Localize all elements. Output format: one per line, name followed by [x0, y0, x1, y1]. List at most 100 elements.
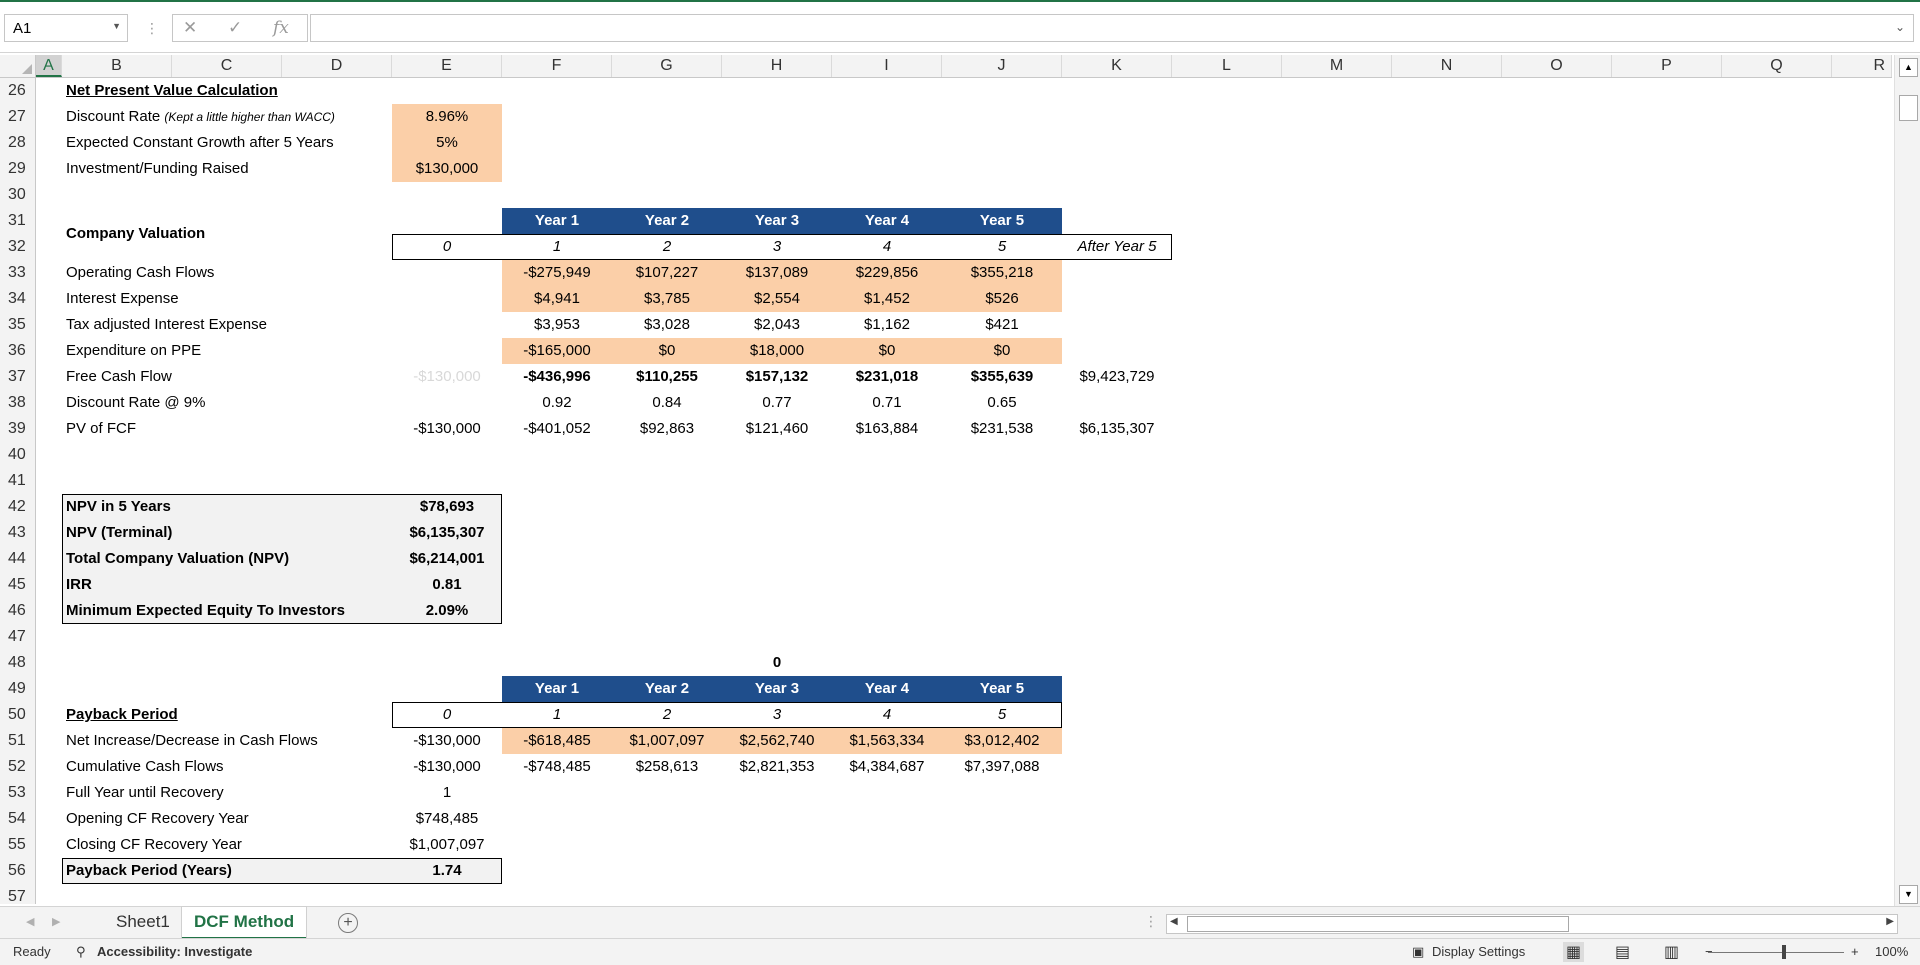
growth-value[interactable]: 5% — [392, 130, 502, 156]
value-cell[interactable]: -$130,000 — [392, 728, 502, 754]
summary-value[interactable]: 2.09% — [392, 598, 502, 624]
scroll-right-icon[interactable]: ▶ — [1886, 916, 1894, 927]
value-cell[interactable]: $421 — [942, 312, 1062, 338]
year-header[interactable]: Year 3 — [722, 208, 832, 234]
period-cell[interactable]: After Year 5 — [1062, 234, 1172, 260]
value-cell[interactable]: $4,941 — [502, 286, 612, 312]
value-cell[interactable]: -$275,949 — [502, 260, 612, 286]
row-header[interactable]: 45 — [0, 572, 35, 598]
npv-section-title[interactable]: Net Present Value Calculation — [64, 78, 424, 104]
value-cell[interactable]: $355,639 — [942, 364, 1062, 390]
enter-icon[interactable]: ✓ — [228, 18, 242, 38]
zoom-level[interactable]: 100% — [1875, 944, 1908, 959]
value-cell[interactable]: $231,018 — [832, 364, 942, 390]
value-cell[interactable]: $526 — [942, 286, 1062, 312]
scroll-up-icon[interactable]: ▲ — [1899, 58, 1918, 77]
page-layout-view-icon[interactable]: ▤ — [1615, 942, 1630, 962]
value-cell[interactable]: $110,255 — [612, 364, 722, 390]
period-cell[interactable]: 2 — [612, 234, 722, 260]
year-header[interactable]: Year 1 — [502, 676, 612, 702]
value-cell[interactable]: 1 — [392, 780, 502, 806]
expand-formula-icon[interactable]: ⌄ — [1895, 20, 1905, 34]
summary-label[interactable]: NPV in 5 Years — [64, 494, 384, 520]
row-label[interactable]: PV of FCF — [64, 416, 384, 442]
row-header[interactable]: 29 — [0, 156, 35, 182]
prev-sheet-icon[interactable]: ◀ — [26, 915, 34, 928]
year-header[interactable]: Year 3 — [722, 676, 832, 702]
row-label[interactable]: Closing CF Recovery Year — [64, 832, 384, 858]
name-box[interactable]: A1 ▼ — [4, 14, 128, 42]
payback-result-value[interactable]: 1.74 — [392, 858, 502, 884]
row-header[interactable]: 37 — [0, 364, 35, 390]
summary-label[interactable]: NPV (Terminal) — [64, 520, 384, 546]
row-header[interactable]: 55 — [0, 832, 35, 858]
period-cell[interactable]: 1 — [502, 234, 612, 260]
column-header-q[interactable]: Q — [1722, 55, 1832, 77]
company-valuation-title[interactable]: Company Valuation — [64, 221, 364, 247]
row-header[interactable]: 38 — [0, 390, 35, 416]
formula-input[interactable]: ⌄ — [310, 14, 1914, 42]
period-cell[interactable]: 0 — [392, 702, 502, 728]
investment-label[interactable]: Investment/Funding Raised — [64, 156, 394, 182]
column-header-l[interactable]: L — [1172, 55, 1282, 77]
column-header-n[interactable]: N — [1392, 55, 1502, 77]
year-header[interactable]: Year 5 — [942, 208, 1062, 234]
value-cell[interactable]: $2,562,740 — [722, 728, 832, 754]
value-cell[interactable]: $157,132 — [722, 364, 832, 390]
row-label[interactable]: Operating Cash Flows — [64, 260, 384, 286]
horizontal-scroll-thumb[interactable] — [1187, 916, 1569, 932]
sheet-tab-dcf-method[interactable]: DCF Method — [182, 907, 307, 940]
value-cell[interactable]: $258,613 — [612, 754, 722, 780]
value-cell[interactable]: -$436,996 — [502, 364, 612, 390]
period-cell[interactable]: 4 — [832, 234, 942, 260]
row-header[interactable]: 42 — [0, 494, 35, 520]
value-cell[interactable]: 0.65 — [942, 390, 1062, 416]
summary-label[interactable]: Total Company Valuation (NPV) — [64, 546, 384, 572]
row-header[interactable]: 28 — [0, 130, 35, 156]
discount-rate-label[interactable]: Discount Rate (Kept a little higher than… — [64, 104, 394, 130]
value-cell[interactable]: $121,460 — [722, 416, 832, 442]
horizontal-scrollbar[interactable]: ◀ ▶ — [1166, 914, 1898, 934]
row-header[interactable]: 39 — [0, 416, 35, 442]
cancel-icon[interactable]: ✕ — [183, 18, 197, 38]
page-break-view-icon[interactable]: ▥ — [1664, 942, 1679, 962]
year-header[interactable]: Year 2 — [612, 208, 722, 234]
value-cell[interactable]: 0.92 — [502, 390, 612, 416]
row-label[interactable]: Opening CF Recovery Year — [64, 806, 384, 832]
value-cell[interactable]: $137,089 — [722, 260, 832, 286]
value-cell[interactable]: $3,953 — [502, 312, 612, 338]
summary-value[interactable]: $6,135,307 — [392, 520, 502, 546]
column-header-r[interactable]: R — [1832, 55, 1892, 77]
scroll-left-icon[interactable]: ◀ — [1170, 916, 1178, 927]
value-cell[interactable]: -$401,052 — [502, 416, 612, 442]
period-cell[interactable]: 3 — [722, 234, 832, 260]
row-header[interactable]: 49 — [0, 676, 35, 702]
year-header[interactable]: Year 2 — [612, 676, 722, 702]
value-cell[interactable]: $6,135,307 — [1062, 416, 1172, 442]
value-cell[interactable]: $18,000 — [722, 338, 832, 364]
select-all-button[interactable] — [0, 55, 36, 77]
more-options-icon[interactable]: ⋮ — [145, 20, 159, 37]
period-cell[interactable]: 2 — [612, 702, 722, 728]
row-header[interactable]: 44 — [0, 546, 35, 572]
summary-value[interactable]: 0.81 — [392, 572, 502, 598]
period-cell[interactable]: 1 — [502, 702, 612, 728]
row-label[interactable]: Free Cash Flow — [64, 364, 384, 390]
value-cell[interactable]: 0.84 — [612, 390, 722, 416]
row-header[interactable]: 26 — [0, 78, 35, 104]
row-header[interactable]: 36 — [0, 338, 35, 364]
row-header[interactable]: 35 — [0, 312, 35, 338]
discount-rate-value[interactable]: 8.96% — [392, 104, 502, 130]
row-header[interactable]: 30 — [0, 182, 35, 208]
row-label[interactable]: Interest Expense — [64, 286, 384, 312]
value-cell[interactable]: $2,043 — [722, 312, 832, 338]
value-cell[interactable]: -$130,000 — [392, 364, 502, 390]
column-header-a[interactable]: A — [36, 55, 62, 77]
row-header[interactable]: 46 — [0, 598, 35, 624]
row-header[interactable]: 53 — [0, 780, 35, 806]
year-header[interactable]: Year 1 — [502, 208, 612, 234]
sheet-tab-sheet1[interactable]: Sheet1 — [104, 907, 182, 937]
row-header[interactable]: 56 — [0, 858, 35, 884]
row-header[interactable]: 50 — [0, 702, 35, 728]
value-cell[interactable]: $7,397,088 — [942, 754, 1062, 780]
